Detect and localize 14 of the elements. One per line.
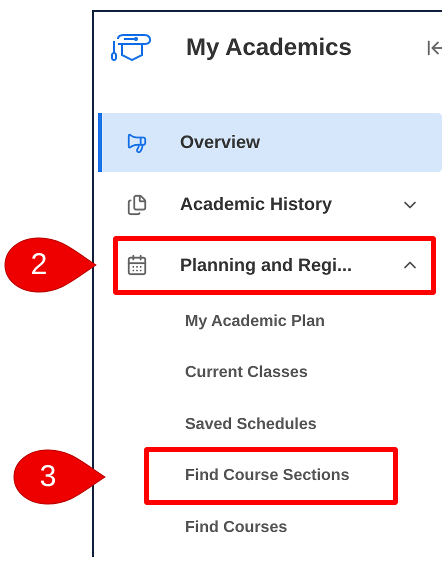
nav-subitem[interactable]: Find Course Sections [149,452,393,500]
nav-item[interactable]: Academic History [98,175,442,234]
megaphone-icon [126,132,148,154]
nav-item[interactable]: Planning and Regi... [118,240,431,290]
nav-subitem[interactable]: Current Classes [94,348,442,399]
graduation-cap-icon [110,33,152,63]
nav-subitem[interactable]: Saved Schedules [94,399,442,450]
calendar-icon [126,254,148,276]
nav-subitem[interactable]: My Academic Plan [94,296,442,348]
sidebar-title: My Academics [186,34,353,62]
callout-marker: 3 [12,448,106,506]
documents-icon [126,194,148,216]
nav-item[interactable]: Overview [98,113,442,172]
callout-marker: 2 [3,236,97,294]
